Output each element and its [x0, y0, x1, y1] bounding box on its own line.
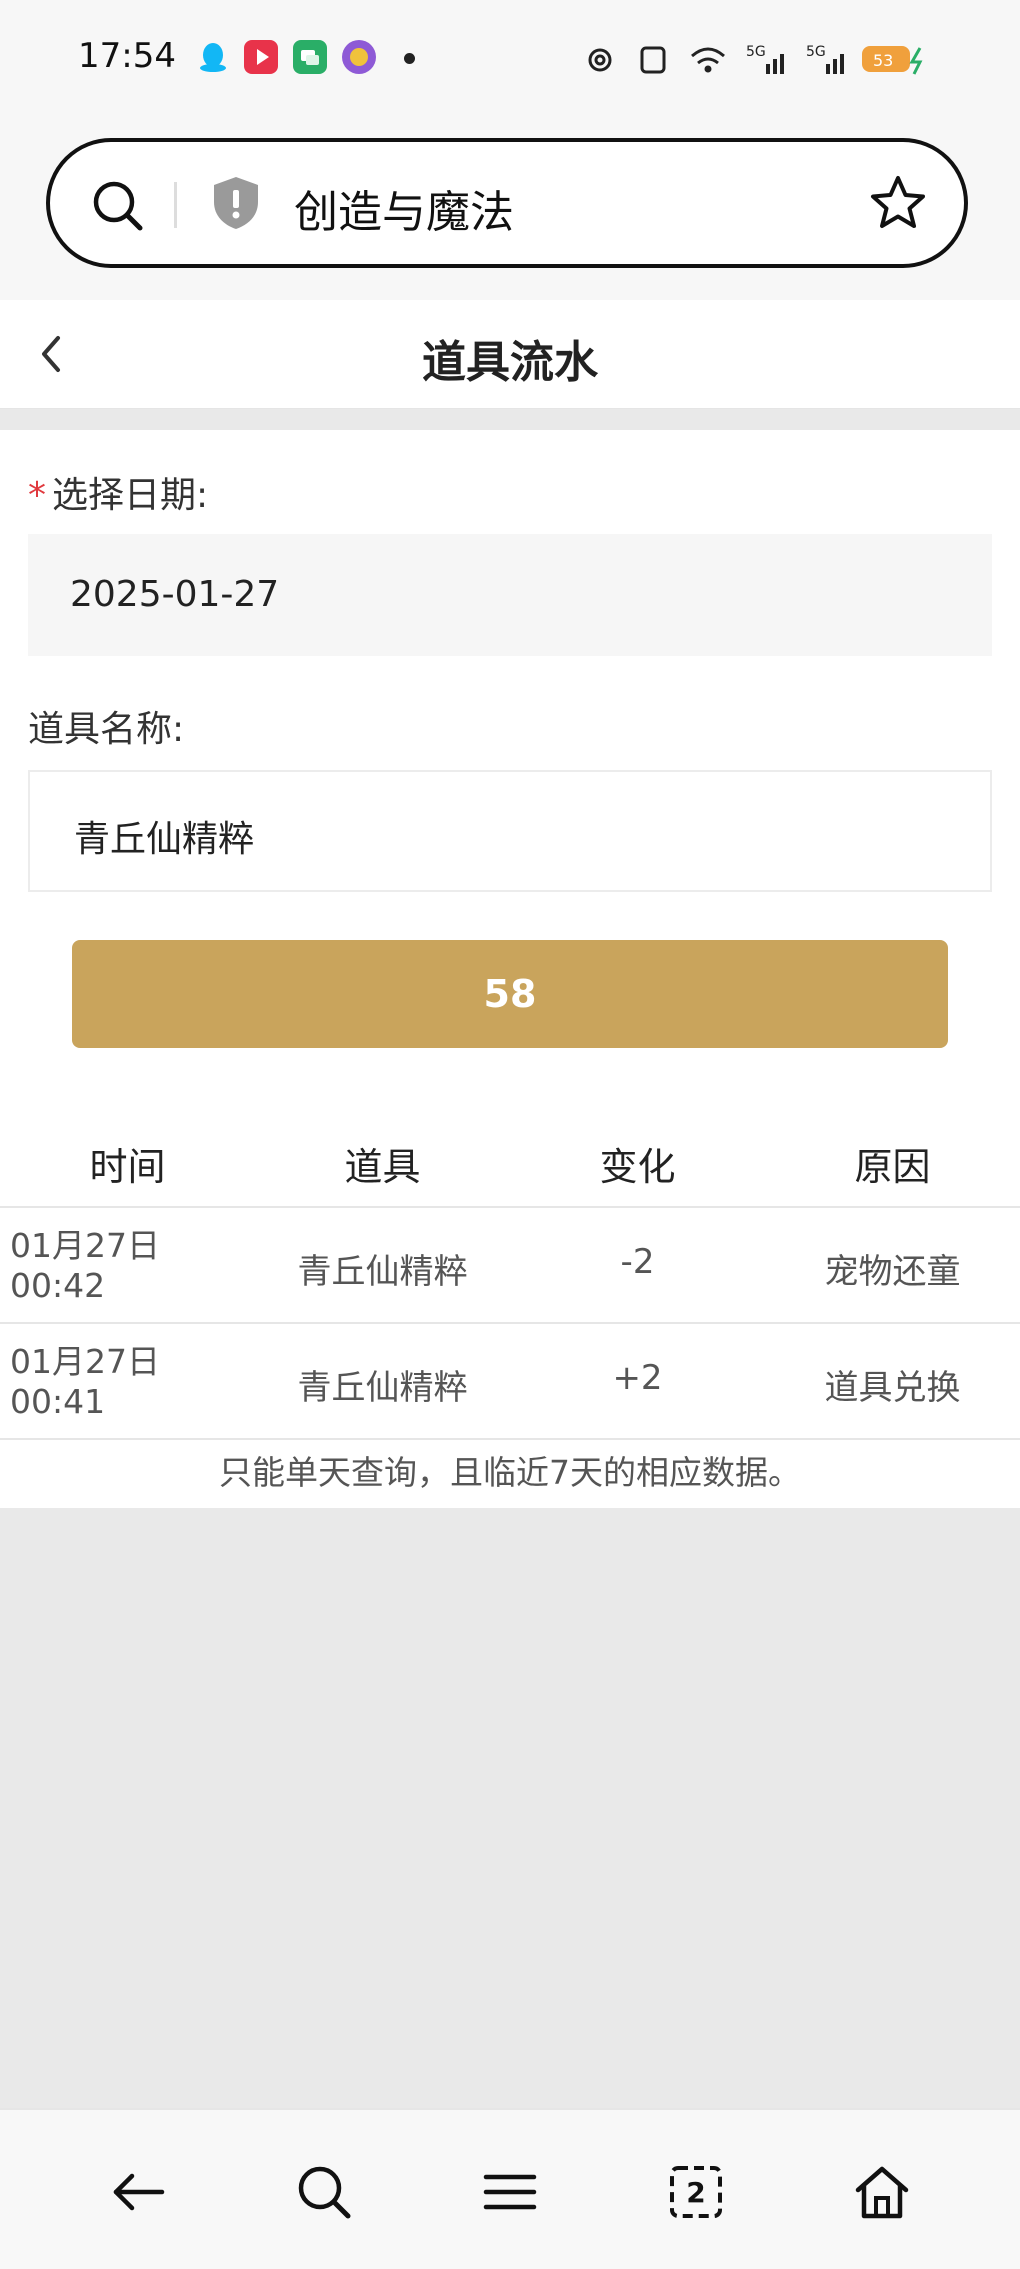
column-header-change: 变化: [599, 1145, 676, 1189]
column-header-time: 时间: [89, 1145, 166, 1189]
date-picker-field[interactable]: 2025-01-27: [28, 534, 992, 656]
row-date: 01月27日: [10, 1342, 160, 1381]
status-icons: 5G 5G 53: [588, 44, 923, 75]
home-icon[interactable]: [852, 2162, 912, 2222]
page-header: 道具流水: [0, 300, 1020, 409]
address-bar[interactable]: 创造与魔法: [46, 138, 968, 268]
item-name-value: 青丘仙精粹: [74, 819, 255, 860]
search-icon[interactable]: [90, 178, 146, 238]
tab-count: 2: [686, 2176, 705, 2209]
row-date: 01月27日: [10, 1226, 160, 1265]
date-label-row: * 选择日期:: [28, 466, 208, 518]
row-time: 00:42: [10, 1266, 106, 1305]
signal-5g-icon: 5G: [806, 44, 844, 74]
page-title: 道具流水: [422, 337, 598, 388]
status-bar: 17:54 5G 5G 53: [0, 0, 1020, 120]
more-notifications-dot: [404, 53, 415, 64]
row-item: 青丘仙精粹: [297, 1252, 468, 1292]
star-icon[interactable]: [868, 174, 928, 236]
table-header: 时间 道具 变化 原因: [0, 1130, 1020, 1208]
address-divider: [174, 182, 177, 228]
app-badge-icon: [342, 40, 376, 74]
query-note: 只能单天查询，且临近7天的相应数据。: [219, 1453, 801, 1492]
row-change: +2: [612, 1358, 663, 1398]
signal-5g-icon: 5G: [746, 44, 784, 74]
date-value: 2025-01-27: [70, 574, 280, 615]
search-icon[interactable]: [294, 2162, 354, 2222]
svg-text:53: 53: [873, 51, 893, 70]
svg-text:5G: 5G: [806, 44, 826, 60]
item-name-label: 道具名称:: [28, 709, 185, 750]
row-reason: 道具兑换: [824, 1368, 961, 1408]
row-datetime: 01月27日 00:42: [10, 1226, 160, 1306]
item-name-input[interactable]: 青丘仙精粹: [28, 770, 992, 892]
table-row: 01月27日 00:42 青丘仙精粹 -2 宠物还童: [0, 1208, 1020, 1324]
date-label: 选择日期:: [52, 475, 209, 516]
hotspot-icon: [588, 48, 612, 72]
vibrate-icon: [640, 46, 666, 74]
back-arrow-icon[interactable]: [108, 2162, 168, 2222]
menu-icon[interactable]: [480, 2162, 540, 2222]
required-mark: *: [28, 475, 46, 516]
tabs-icon[interactable]: 2: [666, 2162, 726, 2222]
qq-icon: [196, 40, 230, 74]
row-change: -2: [620, 1242, 655, 1282]
query-button[interactable]: 58: [72, 940, 948, 1048]
row-reason: 宠物还童: [824, 1252, 961, 1292]
row-item: 青丘仙精粹: [297, 1368, 468, 1408]
column-header-reason: 原因: [854, 1145, 931, 1189]
status-time: 17:54: [78, 36, 176, 76]
wifi-icon: [691, 47, 725, 73]
svg-text:5G: 5G: [746, 44, 766, 60]
table-row: 01月27日 00:41 青丘仙精粹 +2 道具兑换: [0, 1324, 1020, 1440]
address-text[interactable]: 创造与魔法: [294, 176, 514, 240]
chat-app-icon: [293, 40, 327, 74]
column-header-item: 道具: [344, 1145, 421, 1189]
browser-bottom-nav: 2: [0, 2108, 1020, 2269]
row-datetime: 01月27日 00:41: [10, 1342, 160, 1422]
row-time: 00:41: [10, 1382, 106, 1421]
battery-icon: 53: [862, 46, 923, 75]
shield-icon[interactable]: [210, 174, 262, 236]
query-panel: * 选择日期: 2025-01-27 道具名称: 青丘仙精粹 58 时间 道具 变…: [0, 430, 1020, 1508]
video-app-icon: [244, 40, 278, 74]
